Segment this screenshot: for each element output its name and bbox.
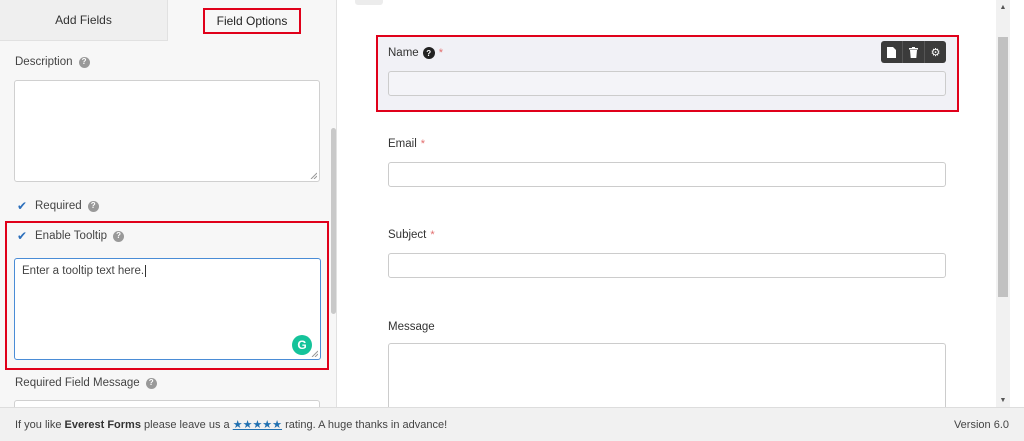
footer-message: If you like Everest Forms please leave u… <box>15 419 448 431</box>
required-field-message-label: Required Field Message ? <box>15 377 157 389</box>
tab-add-fields-label: Add Fields <box>55 13 112 27</box>
duplicate-icon[interactable] <box>881 41 903 63</box>
resize-grip-icon[interactable] <box>309 171 317 179</box>
rating-stars-link[interactable]: ★★★★★ <box>233 419 282 431</box>
version-label: Version 6.0 <box>953 418 1009 431</box>
panel-tabs: Add Fields Field Options <box>0 0 336 41</box>
subject-input[interactable] <box>388 253 946 278</box>
left-scrollbar-thumb[interactable] <box>331 128 336 314</box>
message-textarea[interactable] <box>388 343 946 407</box>
help-icon[interactable]: ? <box>87 200 99 212</box>
scroll-down-arrow-icon[interactable]: ▼ <box>998 395 1008 405</box>
required-asterisk: * <box>430 229 435 241</box>
footer-bar: If you like Everest Forms please leave u… <box>0 407 1024 441</box>
name-input[interactable] <box>388 71 946 96</box>
description-label: Description ? <box>15 56 90 68</box>
required-asterisk: * <box>420 138 426 150</box>
message-field-label: Message <box>388 321 435 333</box>
required-checkbox[interactable]: ✔ <box>15 199 29 213</box>
gear-icon[interactable]: ⚙ <box>925 41 946 63</box>
help-icon[interactable]: ? <box>422 47 435 59</box>
tooltip-highlight-box <box>5 221 329 370</box>
required-field-message-input[interactable] <box>14 400 320 407</box>
name-field-label: Name ? * <box>388 47 443 59</box>
required-label: Required <box>35 200 82 212</box>
tab-field-options-label: Field Options <box>202 7 302 34</box>
required-asterisk: * <box>438 47 443 59</box>
email-field-label: Email * <box>388 138 426 150</box>
grammarly-icon[interactable]: G <box>292 335 312 355</box>
scroll-up-arrow-icon[interactable]: ▲ <box>998 2 1008 12</box>
tab-field-options[interactable]: Field Options <box>168 0 336 41</box>
description-textarea[interactable] <box>14 80 320 182</box>
email-input[interactable] <box>388 162 946 187</box>
help-icon[interactable]: ? <box>78 56 90 68</box>
required-option[interactable]: ✔ Required ? <box>15 199 99 213</box>
help-icon[interactable]: ? <box>145 377 157 389</box>
tab-add-fields[interactable]: Add Fields <box>0 0 168 41</box>
trash-icon[interactable] <box>903 41 925 63</box>
canvas-scrollbar-thumb[interactable] <box>998 37 1008 297</box>
field-actions-toolbar: ⚙ <box>881 41 946 63</box>
footer-brand: Everest Forms <box>64 419 141 431</box>
subject-field-label: Subject * <box>388 229 435 241</box>
canvas-tab-handle[interactable] <box>355 0 383 5</box>
